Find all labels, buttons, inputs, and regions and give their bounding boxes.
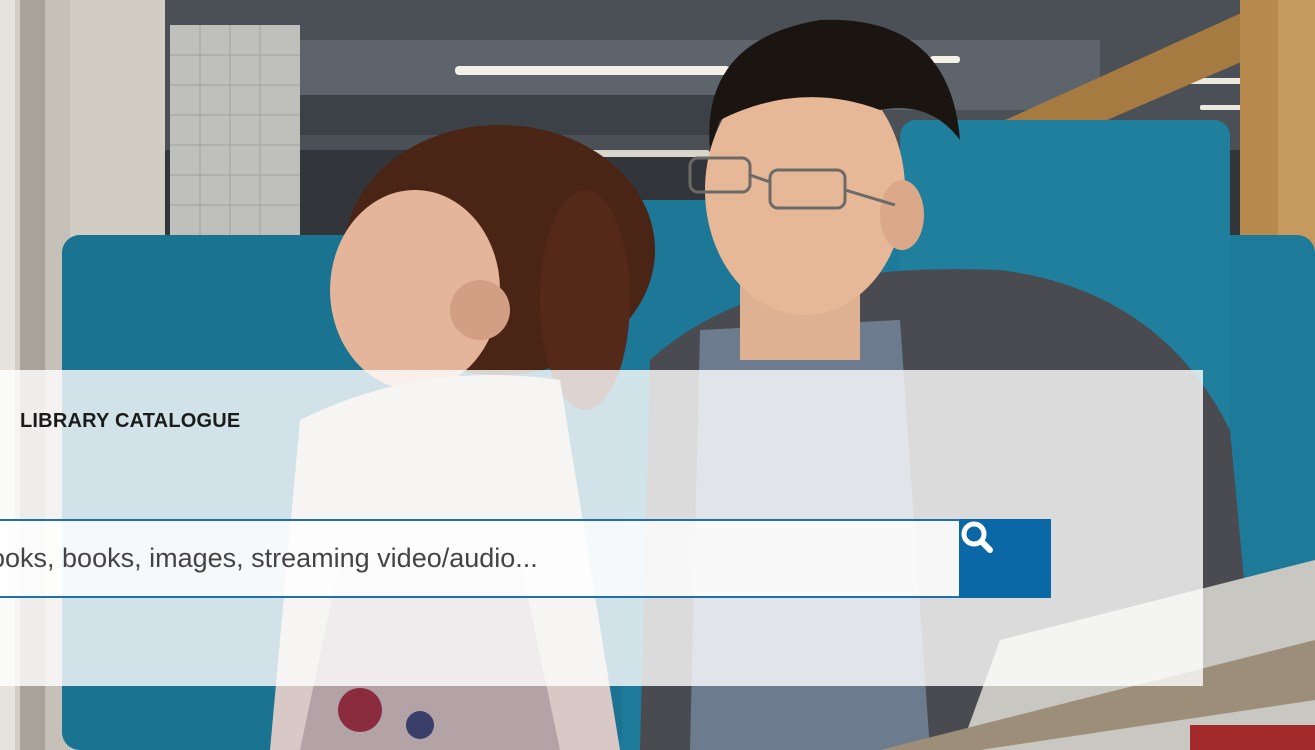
- catalogue-search-input[interactable]: [0, 519, 959, 598]
- catalogue-heading: LIBRARY CATALOGUE: [20, 410, 241, 432]
- catalogue-search-button[interactable]: [959, 519, 1051, 598]
- catalogue-search-form: [0, 519, 1051, 598]
- search-icon: [961, 521, 993, 553]
- catalogue-search-panel: LIBRARY CATALOGUE: [0, 370, 1203, 686]
- hero-banner: LIBRARY CATALOGUE: [0, 0, 1315, 750]
